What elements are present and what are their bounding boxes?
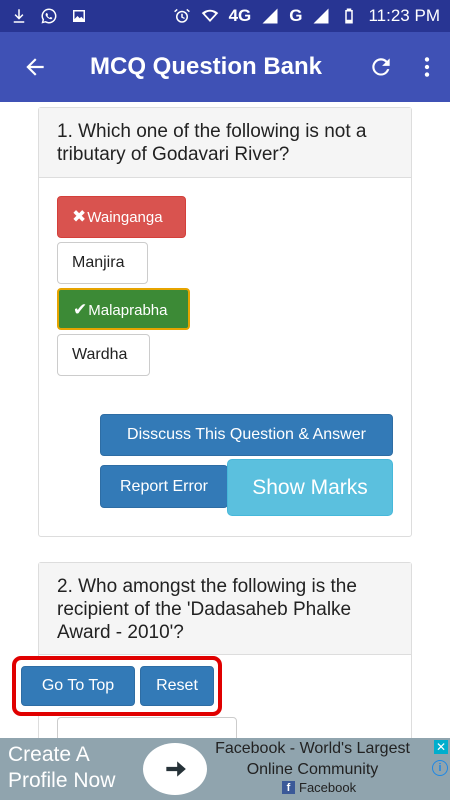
discuss-button[interactable]: Disscuss This Question & Answer: [100, 414, 393, 456]
ad-arrow-button[interactable]: [143, 743, 207, 795]
refresh-button[interactable]: [358, 32, 404, 102]
close-ad-icon[interactable]: ✕: [434, 740, 448, 754]
option-label: Manjira: [72, 254, 125, 271]
option-label: Malaprabha: [88, 302, 168, 319]
question-text: 1. Which one of the following is not a t…: [39, 108, 411, 178]
check-icon: ✔: [73, 300, 88, 319]
option-wrong[interactable]: ✖Wainganga: [57, 196, 186, 238]
ad-banner[interactable]: Create A Profile Now Facebook - World's …: [0, 738, 450, 800]
wifi-icon: [201, 7, 219, 25]
download-icon: [10, 7, 28, 25]
ad-headline[interactable]: Facebook - World's Largest Online Commun…: [200, 738, 425, 780]
network-type-label: 4G: [228, 6, 252, 25]
whatsapp-icon: [40, 7, 58, 25]
status-bar: 4G G 11:23 PM: [0, 0, 450, 32]
question-list[interactable]: 1. Which one of the following is not a t…: [0, 102, 450, 738]
report-error-button[interactable]: Report Error: [100, 465, 228, 508]
show-marks-button[interactable]: Show Marks: [227, 459, 393, 516]
question-card: 1. Which one of the following is not a t…: [38, 107, 412, 537]
signal-icon-2: [312, 7, 330, 25]
arrow-right-icon: [166, 761, 186, 777]
refresh-icon: [372, 58, 390, 76]
app-bar: MCQ Question Bank: [0, 32, 450, 102]
floating-actions: Go To Top Reset: [12, 656, 222, 716]
facebook-icon: f: [282, 781, 295, 794]
alarm-icon: [173, 7, 191, 25]
back-button[interactable]: [0, 32, 70, 102]
ad-cta-text[interactable]: Create A Profile Now: [8, 742, 148, 794]
ad-brand: f Facebook: [282, 780, 356, 795]
option[interactable]: Manjira: [57, 242, 148, 284]
options-list: ✖Wainganga Manjira ✔Malaprabha Wardha: [39, 178, 411, 380]
overflow-menu-button[interactable]: [404, 32, 450, 102]
more-vert-icon: [424, 57, 430, 77]
battery-icon: [340, 7, 358, 25]
image-icon: [70, 7, 88, 25]
cross-icon: ✖: [72, 207, 87, 226]
arrow-back-icon: [26, 58, 44, 76]
option[interactable]: Wardha: [57, 334, 150, 376]
page-title: MCQ Question Bank: [90, 53, 323, 80]
ad-info-icon[interactable]: i: [432, 760, 448, 776]
option-correct[interactable]: ✔Malaprabha: [57, 288, 190, 330]
question-text: 2. Who amongst the following is the reci…: [39, 563, 411, 655]
ad-brand-name: Facebook: [299, 780, 357, 795]
signal-icon: [261, 7, 279, 25]
clock-time: 11:23 PM: [368, 6, 440, 25]
network-type-label-2: G: [289, 6, 303, 25]
option-label: Wainganga: [87, 209, 163, 226]
reset-button[interactable]: Reset: [140, 666, 214, 706]
go-to-top-button[interactable]: Go To Top: [21, 666, 135, 706]
option[interactable]: [57, 717, 237, 738]
option-label: Wardha: [72, 346, 128, 363]
